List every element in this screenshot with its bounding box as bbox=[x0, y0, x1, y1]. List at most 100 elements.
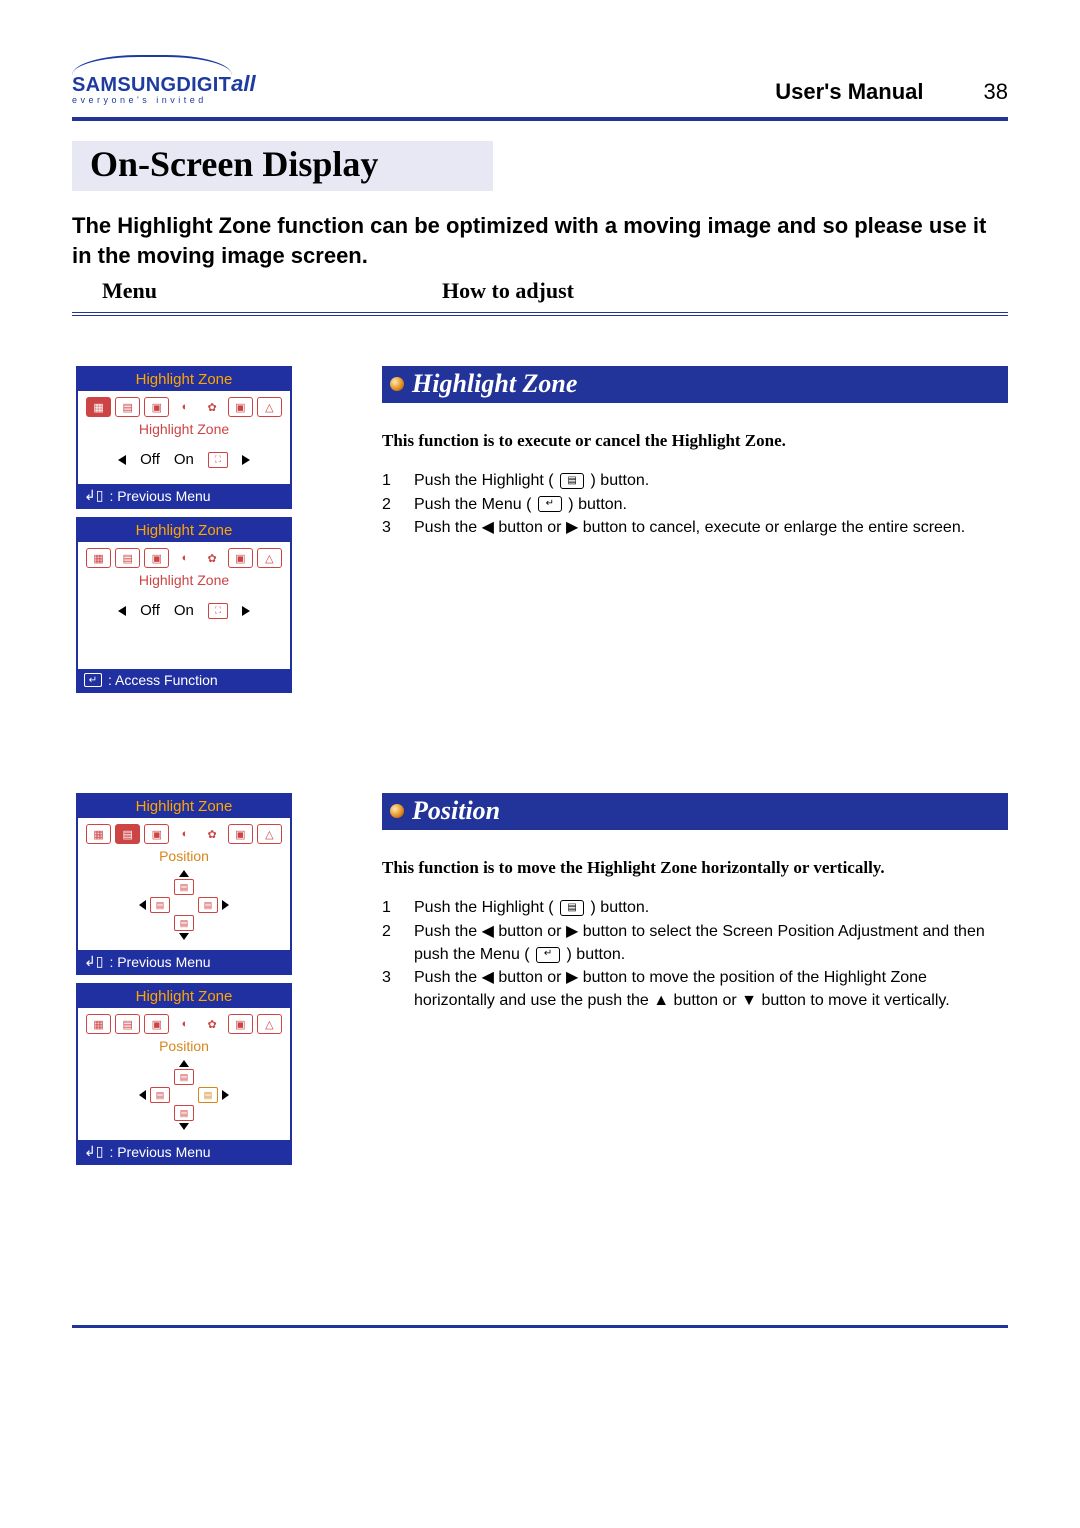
left-arrow-icon bbox=[118, 606, 126, 616]
pos-down-icon: ▤ bbox=[174, 1105, 194, 1121]
column-headers: Menu How to adjust bbox=[72, 278, 1008, 304]
osd-icon-row: ▦ ▤ ▣ ◐ ✿ ▣ △ bbox=[86, 397, 282, 417]
pos-left-icon: ▤ bbox=[150, 897, 170, 913]
brand-logo: SAMSUNG DIGIT all everyone's invited bbox=[72, 55, 256, 105]
step-text: Push the Highlight ( ▤ ) button. bbox=[414, 469, 1008, 492]
step-text-part: Push the Highlight ( bbox=[414, 472, 558, 489]
osd-spacer bbox=[86, 629, 282, 663]
osd-icon-row: ▦ ▤ ▣ ◐ ✿ ▣ △ bbox=[86, 1014, 282, 1034]
osd-tab-icon: ✿ bbox=[201, 548, 224, 568]
osd-body: ▦ ▤ ▣ ◐ ✿ ▣ △ Position ▤ ▤ bbox=[78, 1008, 290, 1140]
osd-tab-icon: ▣ bbox=[144, 824, 169, 844]
osd-panel-hz-1: Highlight Zone ▦ ▤ ▣ ◐ ✿ ▣ △ Highlight Z… bbox=[76, 366, 292, 509]
logo-main: SAMSUNG DIGIT all bbox=[72, 71, 256, 97]
step-row: 3 Push the ◀ button or ▶ button to move … bbox=[382, 966, 1008, 1012]
section-title-bar: Highlight Zone bbox=[382, 366, 1008, 403]
section-title-bar: Position bbox=[382, 793, 1008, 830]
step-text-part: ) button. bbox=[591, 472, 650, 489]
bullet-icon bbox=[390, 377, 404, 391]
text-column: Highlight Zone This function is to execu… bbox=[382, 366, 1008, 693]
step-text: Push the ◀ button or ▶ button to move th… bbox=[414, 966, 1008, 1012]
menu-button-icon: ↵ bbox=[538, 496, 562, 512]
osd-title: Highlight Zone bbox=[78, 985, 290, 1008]
osd-tab-icon: ▦ bbox=[86, 548, 111, 568]
exit-icon: ↲▯ bbox=[84, 487, 103, 504]
highlight-button-icon: ▤ bbox=[560, 900, 584, 916]
section-highlight-zone: Highlight Zone ▦ ▤ ▣ ◐ ✿ ▣ △ Highlight Z… bbox=[72, 366, 1008, 693]
exit-icon: ↲▯ bbox=[84, 953, 103, 970]
step-row: 2 Push the ◀ button or ▶ button to selec… bbox=[382, 920, 1008, 966]
osd-icon-row: ▦ ▤ ▣ ◐ ✿ ▣ △ bbox=[86, 548, 282, 568]
step-number: 2 bbox=[382, 493, 398, 516]
step-row: 2 Push the Menu ( ↵ ) button. bbox=[382, 493, 1008, 516]
step-text-part: ) button. bbox=[568, 496, 627, 513]
osd-tab-icon: ▤ bbox=[115, 548, 140, 568]
osd-tab-icon: △ bbox=[257, 548, 282, 568]
text-column: Position This function is to move the Hi… bbox=[382, 793, 1008, 1165]
position-grid: ▤ ▤ ▤ ▤ bbox=[86, 870, 282, 940]
step-text-part: Push the ◀ button or ▶ button to select … bbox=[414, 923, 985, 963]
step-text: Push the ◀ button or ▶ button to cancel,… bbox=[414, 516, 1008, 539]
osd-on-label: On bbox=[174, 602, 194, 619]
section-position: Highlight Zone ▦ ▤ ▣ ◐ ✿ ▣ △ Position ▤ bbox=[72, 793, 1008, 1165]
osd-panel-hz-2: Highlight Zone ▦ ▤ ▣ ◐ ✿ ▣ △ Highlight Z… bbox=[76, 517, 292, 693]
osd-tab-icon: ✿ bbox=[201, 824, 224, 844]
pos-up-icon: ▤ bbox=[174, 879, 194, 895]
osd-footer-label: : Previous Menu bbox=[109, 954, 210, 970]
down-arrow-icon bbox=[179, 933, 189, 940]
osd-tab-icon: ▣ bbox=[144, 1014, 169, 1034]
osd-subtitle: Position bbox=[86, 1038, 282, 1054]
left-arrow-icon bbox=[118, 455, 126, 465]
up-arrow-icon bbox=[179, 870, 189, 877]
step-number: 3 bbox=[382, 516, 398, 539]
step-number: 2 bbox=[382, 920, 398, 966]
osd-tab-icon: ◐ bbox=[173, 548, 196, 568]
osd-title: Highlight Zone bbox=[78, 519, 290, 542]
step-text-part: Push the Menu ( bbox=[414, 496, 536, 513]
col-menu-label: Menu bbox=[72, 278, 442, 304]
steps-list: 1 Push the Highlight ( ▤ ) button. 2 Pus… bbox=[382, 469, 1008, 539]
section-title: Highlight Zone bbox=[412, 369, 577, 399]
col-adjust-label: How to adjust bbox=[442, 278, 574, 304]
osd-tab-icon: ▤ bbox=[115, 397, 140, 417]
menu-button-icon: ↵ bbox=[536, 947, 560, 963]
osd-off-label: Off bbox=[140, 602, 160, 619]
logo-samsung-text: SAMSUNG bbox=[72, 74, 176, 97]
osd-tab-icon: ▣ bbox=[144, 397, 169, 417]
osd-tab-icon: △ bbox=[257, 1014, 282, 1034]
enlarge-icon: ⛶ bbox=[208, 452, 228, 468]
page-title-bar: On-Screen Display bbox=[72, 141, 1008, 191]
osd-body: ▦ ▤ ▣ ◐ ✿ ▣ △ Highlight Zone Off On ⛶ bbox=[78, 542, 290, 669]
step-text-part: Push the Highlight ( bbox=[414, 899, 558, 916]
osd-title: Highlight Zone bbox=[78, 368, 290, 391]
osd-controls: Off On ⛶ bbox=[86, 602, 282, 619]
column-rule bbox=[72, 312, 1008, 316]
right-arrow-icon bbox=[242, 606, 250, 616]
logo-all-text: all bbox=[231, 71, 255, 97]
osd-tab-icon: ▦ bbox=[86, 824, 111, 844]
step-text-part: ) button. bbox=[591, 899, 650, 916]
osd-controls: Off On ⛶ bbox=[86, 451, 282, 468]
osd-tab-icon: ◐ bbox=[173, 1014, 196, 1034]
section-desc: This function is to execute or cancel th… bbox=[382, 431, 1008, 451]
osd-body: ▦ ▤ ▣ ◐ ✿ ▣ △ Position ▤ ▤ bbox=[78, 818, 290, 950]
enlarge-icon: ⛶ bbox=[208, 603, 228, 619]
page-title: On-Screen Display bbox=[90, 143, 378, 185]
step-number: 1 bbox=[382, 469, 398, 492]
down-arrow-icon bbox=[179, 1123, 189, 1130]
pos-left-icon: ▤ bbox=[150, 1087, 170, 1103]
right-arrow-icon bbox=[222, 900, 229, 910]
header-rule bbox=[72, 117, 1008, 121]
pos-right-icon: ▤ bbox=[198, 1087, 218, 1103]
step-number: 3 bbox=[382, 966, 398, 1012]
osd-body: ▦ ▤ ▣ ◐ ✿ ▣ △ Highlight Zone Off On ⛶ bbox=[78, 391, 290, 484]
pos-up-icon: ▤ bbox=[174, 1069, 194, 1085]
page-header: SAMSUNG DIGIT all everyone's invited Use… bbox=[72, 55, 1008, 105]
step-row: 3 Push the ◀ button or ▶ button to cance… bbox=[382, 516, 1008, 539]
manual-label: User's Manual bbox=[775, 79, 923, 105]
osd-panel-pos-2: Highlight Zone ▦ ▤ ▣ ◐ ✿ ▣ △ Position ▤ bbox=[76, 983, 292, 1165]
osd-footer: ↲▯ : Previous Menu bbox=[78, 1140, 290, 1163]
section-desc: This function is to move the Highlight Z… bbox=[382, 858, 1008, 878]
enter-icon: ↵ bbox=[84, 673, 102, 687]
osd-tab-icon: ▣ bbox=[228, 397, 253, 417]
